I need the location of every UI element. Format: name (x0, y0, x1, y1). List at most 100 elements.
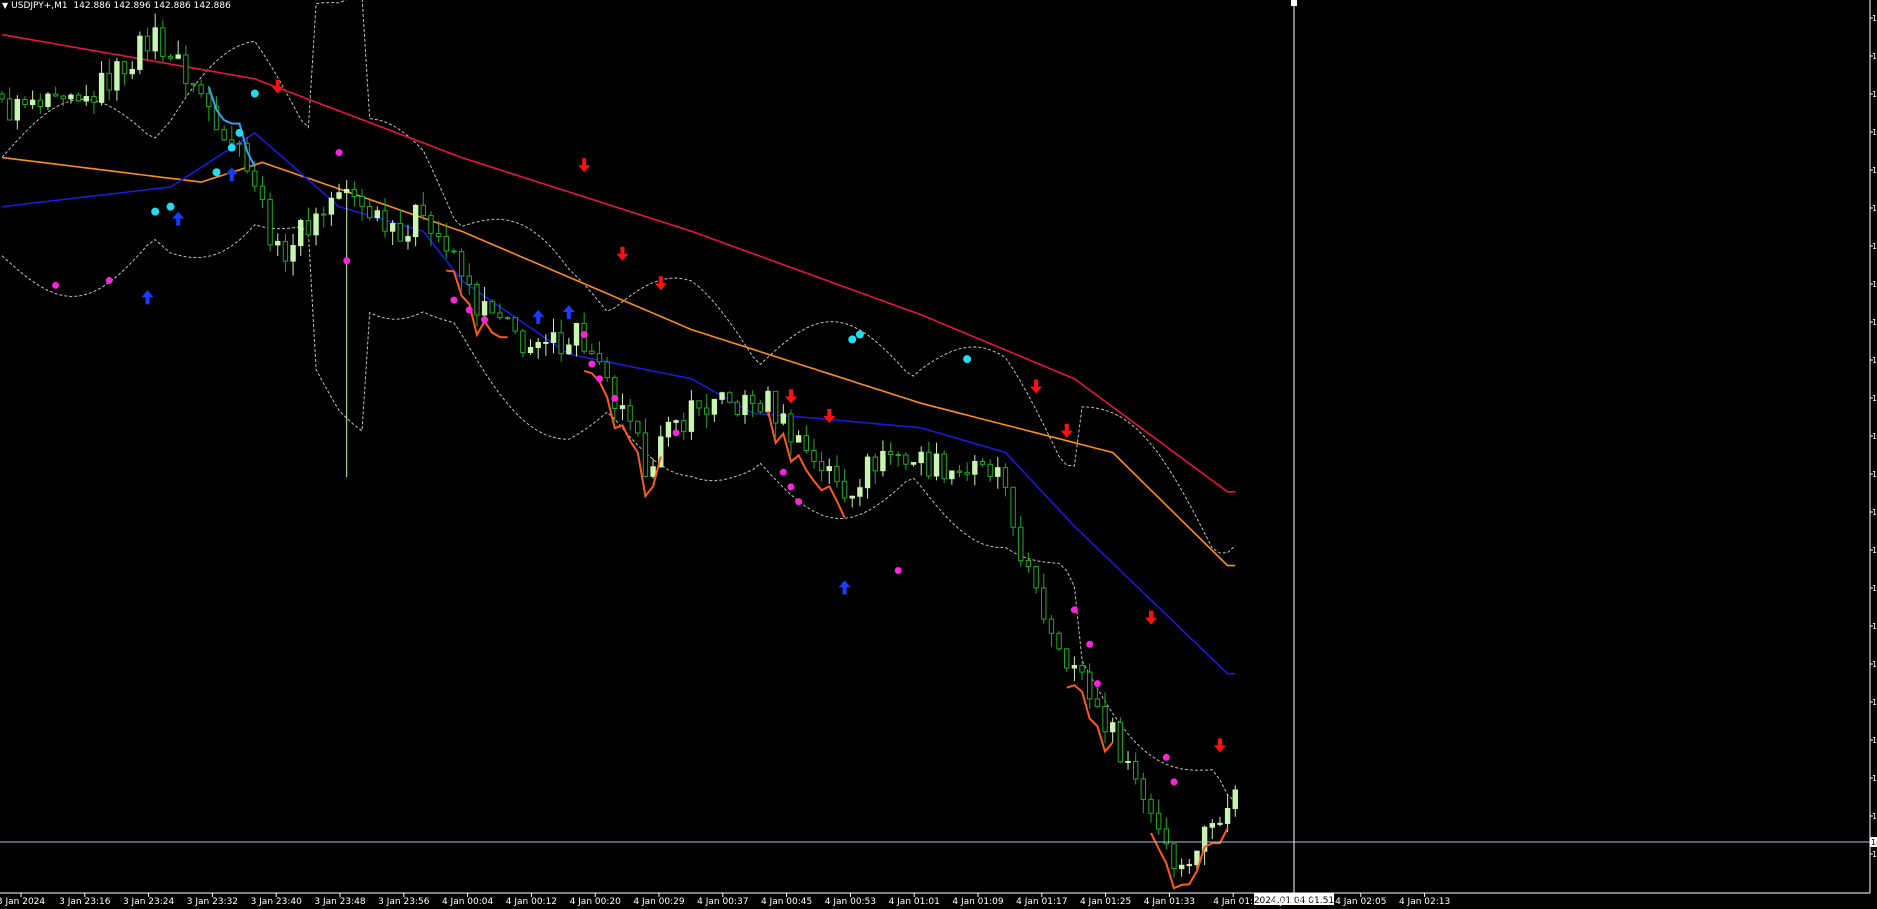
sell-arrow-icon (1213, 738, 1226, 753)
candle-body (1079, 665, 1085, 673)
candle-body (435, 232, 442, 237)
candle-body (872, 456, 878, 472)
candle-body (795, 435, 802, 443)
x-tick-label: 4 Jan 01:01 (889, 897, 940, 907)
candle-body (504, 316, 511, 319)
price-chart[interactable]: 2024.01.04 01:51 3 Jan 2024 3 Jan 23:16 3 … (0, 0, 1877, 909)
candle-body (68, 94, 74, 100)
low-signal-dot (894, 567, 902, 574)
candle-body (481, 301, 488, 316)
y-tick-label: 14 (1872, 128, 1877, 137)
candle-body (275, 240, 281, 246)
candle-body (949, 470, 955, 480)
candle-body (98, 72, 105, 103)
x-tick-label: 4 Jan 01:25 (1080, 897, 1131, 907)
candle-body (1148, 798, 1154, 814)
candle-body (880, 450, 886, 472)
candle-body (60, 95, 66, 100)
candle-body (175, 54, 181, 59)
candle-body (1064, 648, 1070, 669)
candle-body (1002, 467, 1009, 488)
x-tick-label: 4 Jan 00:20 (570, 897, 622, 907)
y-tick-label: 14 (1872, 622, 1877, 631)
candle-body (979, 460, 986, 465)
candle-body (121, 61, 128, 75)
candle-body (114, 61, 120, 91)
y-tick-label: 14 (1872, 280, 1877, 289)
lower-band-line (1, 224, 1236, 803)
x-tick-label: 4 Jan 01: (1213, 897, 1253, 907)
x-tick-label: 3 Jan 23:48 (314, 897, 366, 907)
candle-body (1171, 843, 1177, 870)
candlesticks (0, 13, 1238, 878)
candle-body (359, 196, 365, 207)
candle-body (550, 332, 557, 343)
candle-body (221, 129, 227, 141)
low-signal-dot (779, 468, 787, 476)
low-signal-dot (672, 429, 680, 437)
y-tick-label: 14 (1872, 90, 1877, 99)
y-tick-label: 14 (1872, 318, 1877, 327)
candle-body (964, 471, 970, 475)
candle-body (351, 189, 358, 198)
ma-mid-line (1, 156, 1236, 567)
candle-body (1048, 618, 1055, 634)
candle-body (466, 275, 472, 285)
candle-body (1102, 705, 1108, 733)
candle-body (918, 451, 924, 464)
candle-body (1010, 486, 1016, 528)
candle-body (573, 323, 580, 346)
candle-body (22, 98, 28, 106)
candle-body (91, 96, 97, 103)
candle-body (14, 98, 21, 121)
candle-body (321, 213, 327, 216)
candle-body (933, 453, 940, 477)
high-signal-dot (855, 330, 864, 339)
candle-body (1186, 864, 1192, 867)
candle-body (864, 456, 871, 489)
x-tick-label: 3 Jan 2024 (0, 897, 45, 907)
candle-body (198, 84, 204, 95)
candle-body (642, 432, 649, 477)
high-signal-dot (212, 168, 221, 177)
sell-arrow-icon (823, 409, 836, 423)
candle-body (665, 421, 672, 438)
y-tick-label: 14 (1872, 812, 1877, 821)
candle-body (167, 55, 174, 59)
trail-low-line (1150, 827, 1229, 890)
sell-arrow-icon (1145, 610, 1157, 625)
x-tick-label: 4 Jan 00:53 (825, 897, 876, 907)
candle-body (1033, 565, 1039, 589)
candle-body (566, 344, 572, 355)
axes: 3 Jan 2024 3 Jan 23:16 3 Jan 23:24 3 Jan 23… (0, 0, 1877, 907)
moving-averages (1, 33, 1236, 675)
x-tick-label: 4 Jan 00:29 (633, 897, 685, 907)
candle-body (1041, 587, 1047, 620)
candle-body (290, 245, 296, 262)
candle-body (834, 466, 840, 482)
ma-slow-line (1, 33, 1236, 493)
y-tick-label: 14 (1872, 546, 1877, 555)
y-tick-label: 14 (1872, 850, 1877, 859)
candle-body (719, 392, 725, 400)
sell-arrow-icon (271, 79, 284, 94)
ma-fast-line (1, 131, 1236, 675)
sell-arrow-icon (1030, 379, 1043, 394)
candle-body (956, 470, 963, 473)
y-tick-label: 14 (1872, 660, 1877, 669)
candle-body (29, 99, 36, 106)
candle-body (305, 219, 312, 236)
candle-body (688, 400, 695, 432)
candle-body (604, 361, 610, 379)
y-tick-label: 14 (1872, 736, 1877, 745)
candle-body (374, 210, 381, 219)
sell-arrow-icon (654, 276, 667, 291)
low-signal-dot (588, 360, 596, 368)
low-signal-dot (1086, 640, 1094, 648)
candle-body (772, 390, 779, 424)
candle-body (405, 236, 411, 242)
candle-body (497, 312, 503, 318)
candle-body (780, 413, 787, 424)
candle-body (742, 394, 748, 416)
candle-body (190, 83, 197, 86)
